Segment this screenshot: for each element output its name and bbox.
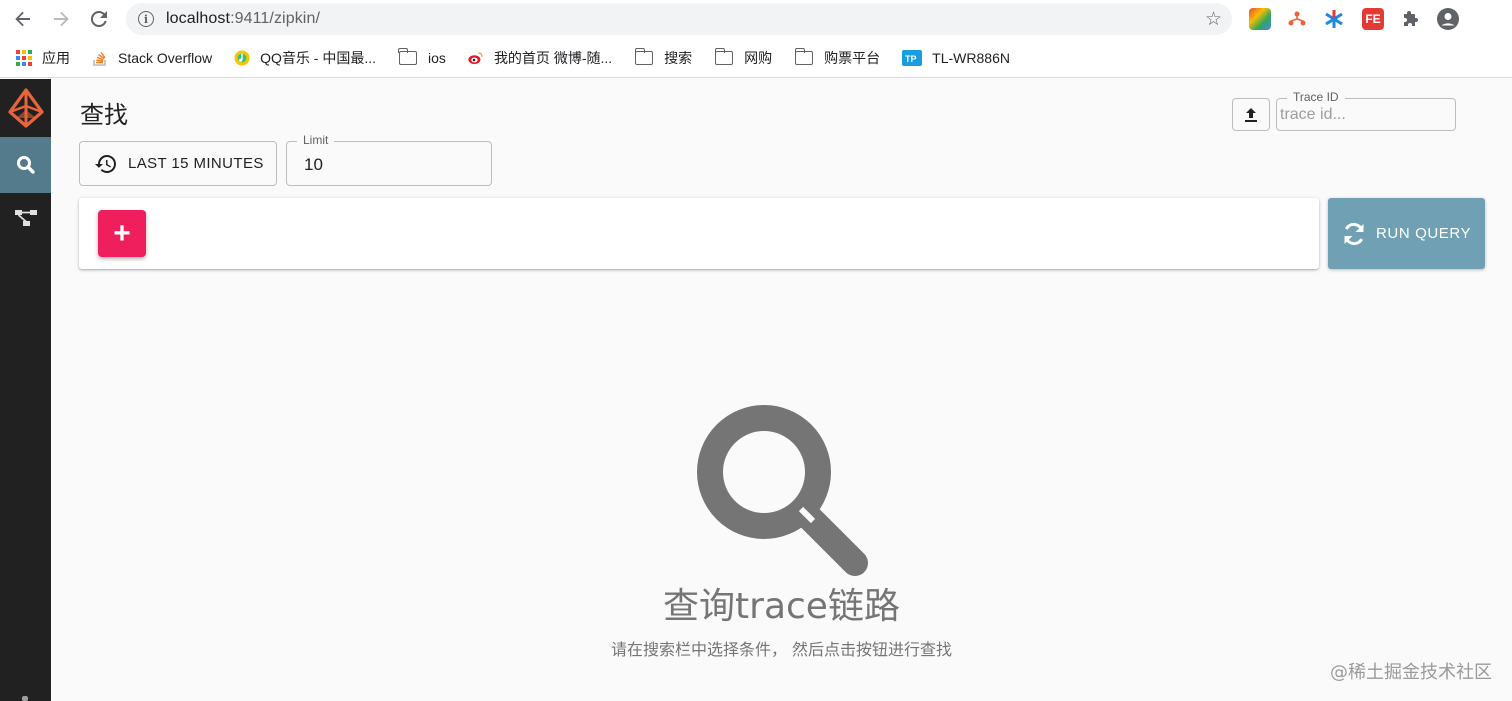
lookback-label: LAST 15 MINUTES	[128, 155, 264, 172]
bookmark-folder-ios[interactable]: ios	[398, 44, 446, 72]
bookmark-label: 网购	[744, 49, 773, 66]
lookback-button[interactable]: LAST 15 MINUTES	[79, 141, 277, 186]
url-path: :9411/zipkin/	[230, 10, 321, 27]
forward-icon[interactable]	[42, 0, 80, 38]
bookmark-folder-search[interactable]: 搜索	[634, 44, 692, 72]
search-criteria-bar[interactable]: +	[79, 198, 1319, 269]
address-bar[interactable]: i localhost:9411/zipkin/ ☆	[126, 3, 1232, 35]
bookmark-label: QQ音乐 - 中国最...	[260, 49, 377, 66]
reload-icon[interactable]	[80, 0, 118, 38]
back-icon[interactable]	[4, 0, 42, 38]
app-sidebar	[0, 79, 51, 701]
bookmark-folder-shopping[interactable]: 网购	[714, 44, 772, 72]
history-icon	[95, 154, 116, 173]
bookmark-label: 我的首页 微博-随...	[493, 49, 613, 66]
svg-text:TP: TP	[905, 54, 917, 64]
dependency-graph-icon	[14, 210, 37, 226]
bookmark-star-icon[interactable]: ☆	[1205, 8, 1222, 31]
url-text[interactable]: localhost:9411/zipkin/	[166, 10, 320, 28]
asterisk-extension-icon[interactable]	[1323, 8, 1345, 30]
folder-icon	[634, 47, 654, 66]
empty-state-subtitle: 请在搜索栏中选择条件， 然后点击按钮进行查找	[610, 640, 953, 659]
limit-value[interactable]: 10	[304, 155, 323, 175]
site-info-icon[interactable]: i	[138, 11, 154, 27]
upload-icon	[1245, 107, 1257, 122]
bookmark-label: TL-WR886N	[932, 49, 1010, 66]
empty-state-title: 查询trace链路	[663, 586, 900, 627]
bookmark-label: Stack Overflow	[118, 49, 213, 66]
tree-extension-icon[interactable]	[1286, 8, 1308, 30]
bookmark-label: 应用	[42, 49, 70, 66]
run-query-button[interactable]: RUN QUERY	[1328, 198, 1485, 269]
bookmark-qqmusic[interactable]: QQ音乐 - 中国最...	[234, 44, 376, 72]
large-search-icon	[697, 405, 869, 582]
folder-icon	[794, 47, 814, 66]
upload-json-button[interactable]	[1232, 98, 1270, 131]
bookmarks-bar: 应用 Stack Overflow QQ音乐 - 中国最... ios 我的首页…	[0, 38, 1512, 78]
bookmark-folder-tickets[interactable]: 购票平台	[794, 44, 880, 72]
zipkin-logo-icon[interactable]	[0, 79, 51, 137]
trace-id-input[interactable]	[1280, 104, 1450, 126]
puzzle-icon[interactable]	[1400, 8, 1422, 30]
stackoverflow-icon	[92, 50, 108, 66]
limit-field[interactable]: Limit 10	[286, 133, 492, 186]
account-icon[interactable]	[1437, 8, 1459, 30]
folder-icon	[398, 47, 418, 66]
fe-extension-icon[interactable]: FE	[1362, 8, 1384, 30]
sidebar-bottom-indicator	[22, 696, 28, 701]
main-content: 查找 LAST 15 MINUTES Limit 10 Trace ID + R…	[51, 79, 1512, 701]
search-icon	[16, 156, 35, 174]
trace-id-label: Trace ID	[1287, 90, 1345, 104]
run-query-label: RUN QUERY	[1376, 225, 1472, 242]
limit-label: Limit	[297, 133, 335, 147]
folder-icon	[714, 47, 734, 66]
sidebar-item-discover[interactable]	[0, 137, 51, 193]
apps-grid-icon	[16, 49, 32, 66]
browser-toolbar: i localhost:9411/zipkin/ ☆ FE	[0, 0, 1512, 38]
bookmark-stackoverflow[interactable]: Stack Overflow	[92, 44, 212, 72]
sidebar-item-dependencies[interactable]	[0, 193, 51, 243]
bookmark-weibo[interactable]: 我的首页 微博-随...	[468, 44, 612, 72]
refresh-icon	[1344, 222, 1364, 245]
trace-id-field[interactable]: Trace ID	[1276, 90, 1456, 131]
bookmark-label: 搜索	[664, 49, 693, 66]
weibo-icon	[468, 50, 484, 66]
page-title: 查找	[80, 101, 128, 129]
add-criteria-button[interactable]: +	[98, 210, 146, 257]
bookmark-label: 购票平台	[824, 49, 881, 66]
watermark: @稀土掘金技术社区	[1330, 662, 1492, 683]
bookmark-tplink[interactable]: TP TL-WR886N	[902, 44, 1010, 72]
bookmark-label: ios	[428, 49, 446, 66]
bookmark-apps[interactable]: 应用	[16, 44, 70, 72]
qqmusic-icon	[234, 49, 250, 66]
tplink-icon: TP	[902, 49, 923, 66]
colorful-extension-icon[interactable]	[1249, 8, 1271, 30]
url-host: localhost	[166, 10, 231, 27]
